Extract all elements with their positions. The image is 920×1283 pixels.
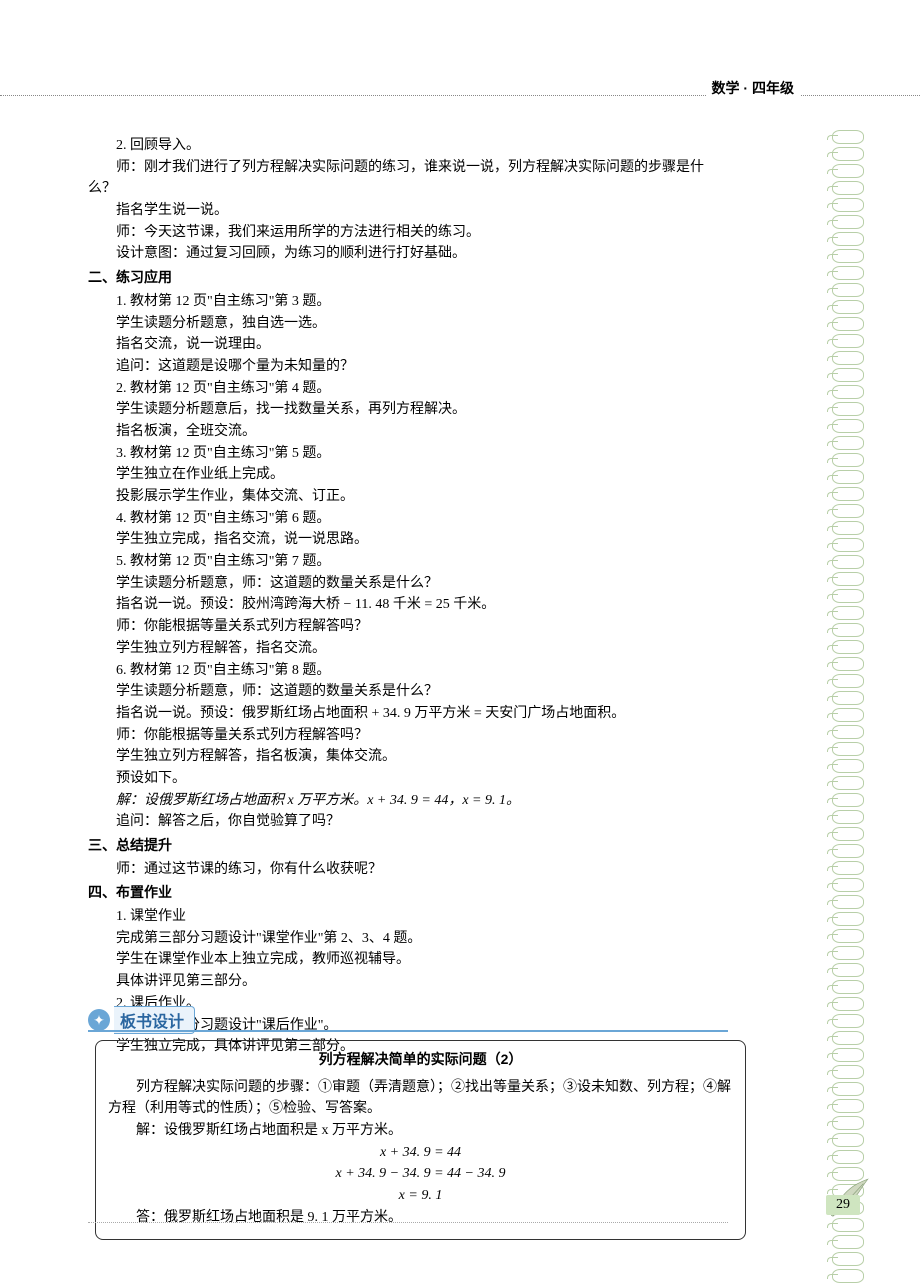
box-title: 列方程解决简单的实际问题（2） xyxy=(108,1049,733,1071)
line: 指名学生说一说。 xyxy=(88,200,728,222)
footer-divider xyxy=(88,1222,728,1223)
line: 指名板演，全班交流。 xyxy=(88,421,728,443)
line: 投影展示学生作业，集体交流、订正。 xyxy=(88,486,728,508)
line: 师：今天这节课，我们来运用所学的方法进行相关的练习。 xyxy=(88,222,728,244)
line: 学生独立列方程解答，指名板演，集体交流。 xyxy=(88,746,728,768)
line: 学生独立列方程解答，指名交流。 xyxy=(88,638,728,660)
line: 学生读题分析题意后，找一找数量关系，再列方程解决。 xyxy=(88,399,728,421)
line: 6. 教材第 12 页"自主练习"第 8 题。 xyxy=(88,660,728,682)
box-answer: 答：俄罗斯红场占地面积是 9. 1 万平方米。 xyxy=(108,1207,733,1229)
blackboard-box: 列方程解决简单的实际问题（2） 列方程解决实际问题的步骤：①审题（弄清题意）；②… xyxy=(95,1040,746,1240)
section-heading-4: 四、布置作业 xyxy=(88,882,728,904)
line: 1. 课堂作业 xyxy=(88,906,728,928)
box-equation: x = 9. 1 xyxy=(108,1185,733,1207)
line: 学生读题分析题意，独自选一选。 xyxy=(88,313,728,335)
line: 追问：解答之后，你自觉验算了吗？ xyxy=(88,811,728,833)
line: 解：设俄罗斯红场占地面积 x 万平方米。x + 34. 9 = 44，x = 9… xyxy=(88,790,728,812)
section-heading-3: 三、总结提升 xyxy=(88,835,728,857)
page: 数学 · 四年级 2. 回顾导入。 师：刚才我们进行了列方程解决实际问题的练习，… xyxy=(0,0,920,1283)
blackboard-underline xyxy=(88,1030,728,1032)
page-number: 29 xyxy=(826,1195,860,1215)
box-line: 列方程解决实际问题的步骤：①审题（弄清题意）；②找出等量关系；③设未知数、列方程… xyxy=(108,1077,733,1120)
line: 3. 教材第 12 页"自主练习"第 5 题。 xyxy=(88,443,728,465)
line: 2. 教材第 12 页"自主练习"第 4 题。 xyxy=(88,378,728,400)
box-line: 解：设俄罗斯红场占地面积是 x 万平方米。 xyxy=(108,1120,733,1142)
line: 预设如下。 xyxy=(88,768,728,790)
line: 设计意图：通过复习回顾，为练习的顺利进行打好基础。 xyxy=(88,243,728,265)
spiral-binding-icon xyxy=(832,130,866,1283)
line: 1. 教材第 12 页"自主练习"第 3 题。 xyxy=(88,291,728,313)
line: 学生独立在作业纸上完成。 xyxy=(88,464,728,486)
section-heading-2: 二、练习应用 xyxy=(88,267,728,289)
line: 师：你能根据等量关系式列方程解答吗？ xyxy=(88,725,728,747)
line: 学生独立完成，指名交流，说一说思路。 xyxy=(88,529,728,551)
line: 师：刚才我们进行了列方程解决实际问题的练习，谁来说一说，列方程解决实际问题的步骤… xyxy=(88,157,728,200)
line: 4. 教材第 12 页"自主练习"第 6 题。 xyxy=(88,508,728,530)
line: 师：通过这节课的练习，你有什么收获呢？ xyxy=(88,859,728,881)
line: 指名交流，说一说理由。 xyxy=(88,334,728,356)
box-equation: x + 34. 9 − 34. 9 = 44 − 34. 9 xyxy=(108,1163,733,1185)
line: 追问：这道题是设哪个量为未知量的？ xyxy=(88,356,728,378)
line: 学生在课堂作业本上独立完成，教师巡视辅导。 xyxy=(88,949,728,971)
line: 具体讲评见第三部分。 xyxy=(88,971,728,993)
line: 指名说一说。预设：俄罗斯红场占地面积 + 34. 9 万平方米 = 天安门广场占… xyxy=(88,703,728,725)
line: 完成第三部分习题设计"课堂作业"第 2、3、4 题。 xyxy=(88,928,728,950)
line: 师：你能根据等量关系式列方程解答吗？ xyxy=(88,616,728,638)
header-title: 数学 · 四年级 xyxy=(706,78,800,98)
line: 学生读题分析题意，师：这道题的数量关系是什么？ xyxy=(88,681,728,703)
star-icon: ✦ xyxy=(88,1009,110,1031)
line: 学生读题分析题意，师：这道题的数量关系是什么？ xyxy=(88,573,728,595)
line: 5. 教材第 12 页"自主练习"第 7 题。 xyxy=(88,551,728,573)
line: 指名说一说。预设：胶州湾跨海大桥 − 11. 48 千米 = 25 千米。 xyxy=(88,594,728,616)
box-equation: x + 34. 9 = 44 xyxy=(108,1142,733,1164)
main-content: 2. 回顾导入。 师：刚才我们进行了列方程解决实际问题的练习，谁来说一说，列方程… xyxy=(88,135,728,1058)
line: 2. 回顾导入。 xyxy=(88,135,728,157)
